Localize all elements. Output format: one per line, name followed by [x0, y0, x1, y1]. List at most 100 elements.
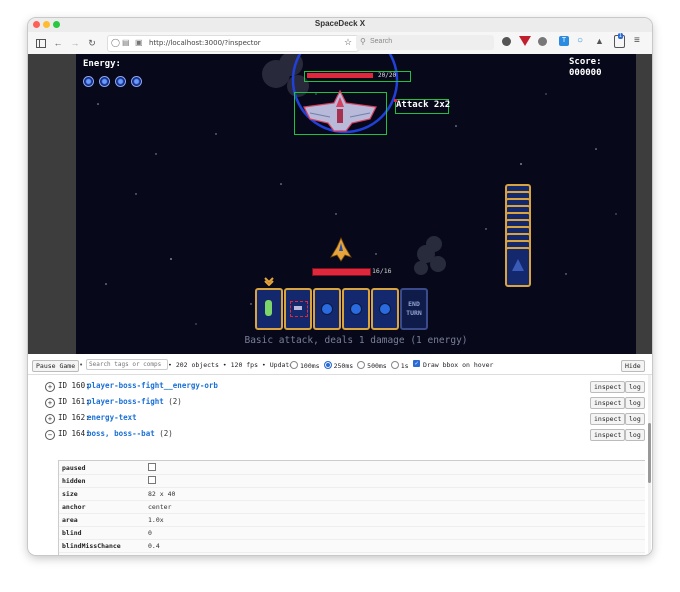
entity-tags: player-boss-fight [87, 397, 164, 406]
separator-dot: • [79, 361, 84, 369]
prop-row-size: size 82 x 40 [59, 487, 645, 501]
inspect-button[interactable]: inspect [590, 397, 626, 409]
collapse-icon[interactable]: − [45, 430, 55, 440]
inspector-scrollbar[interactable] [648, 375, 651, 553]
update-option-250ms[interactable]: 250ms [323, 361, 354, 370]
entity-id: ID 161: [58, 397, 90, 406]
prop-value: 0.4 [148, 542, 160, 550]
end-turn-button[interactable]: END TURN [400, 288, 428, 330]
entity-row[interactable]: + ID 160: player-boss-fight__energy-orb in… [28, 379, 648, 395]
selected-card-chevron-icon [264, 277, 274, 286]
back-arrow-icon[interactable]: ← [51, 36, 65, 50]
scrollbar-thumb[interactable] [648, 423, 651, 483]
expand-icon[interactable]: + [45, 414, 55, 424]
extension-icon-2[interactable] [538, 37, 547, 46]
search-icon: ⚲ [360, 37, 366, 46]
prop-row-anchor: anchor center [59, 500, 645, 514]
prop-key: paused [62, 464, 86, 472]
log-button[interactable]: log [625, 381, 645, 393]
translate-icon[interactable]: T [559, 36, 569, 46]
entity-row[interactable]: + ID 161: player-boss-fight (2) inspect log [28, 395, 648, 411]
boss-bat-sprite[interactable] [300, 89, 380, 133]
update-option-label: 1s [400, 362, 409, 370]
url-text[interactable]: http://localhost:3000/?inspector [149, 39, 261, 47]
inspector-search-input[interactable] [86, 359, 168, 370]
puzzle-extensions-icon[interactable]: ▲ [595, 36, 604, 46]
entity-id: ID 160: [58, 381, 90, 390]
entity-name: player-boss-fight (2) [87, 397, 182, 406]
entity-row[interactable]: + ID 162: energy-text inspect log [28, 411, 648, 427]
log-button[interactable]: log [625, 413, 645, 425]
reload-icon[interactable]: ↻ [85, 36, 99, 50]
entity-id: ID 162: [58, 413, 90, 422]
expand-icon[interactable]: + [45, 398, 55, 408]
end-turn-line2: TURN [406, 309, 422, 317]
game-canvas[interactable]: Energy: Score: 000000 20/20 Attack 2x2 1… [76, 54, 636, 354]
prop-checkbox[interactable] [148, 476, 156, 484]
update-option-500ms[interactable]: 500ms [357, 361, 387, 370]
log-button[interactable]: log [625, 429, 645, 441]
prop-checkbox[interactable] [148, 463, 156, 471]
game-area: Energy: Score: 000000 20/20 Attack 2x2 1… [28, 54, 652, 354]
radio-icon [290, 361, 298, 369]
deck-ship-icon [512, 259, 524, 271]
extension-icon-1[interactable] [502, 37, 511, 46]
card-target[interactable] [284, 288, 312, 330]
inspect-button[interactable]: inspect [590, 381, 626, 393]
log-button[interactable]: log [625, 397, 645, 409]
pause-game-button[interactable]: Pause Game [32, 360, 80, 372]
lens-icon[interactable]: ○ [577, 36, 583, 46]
address-bar[interactable]: ◯ ▤ ▣ http://localhost:3000/?inspector ☆ [107, 35, 359, 52]
inspect-button[interactable]: inspect [590, 413, 626, 425]
forward-arrow-icon[interactable]: → [68, 36, 82, 50]
update-interval-radios: 100ms 250ms 500ms 1s [290, 361, 413, 370]
entity-tags: energy-text [87, 413, 137, 422]
title-bar: SpaceDeck X [28, 18, 652, 32]
score-label: Score: [569, 57, 602, 67]
card-basic-attack[interactable] [255, 288, 283, 330]
prop-key: blind [62, 529, 82, 537]
player-hp-bar [312, 268, 371, 276]
connection-icon[interactable]: ▤ [122, 38, 130, 47]
card-orb-2[interactable] [342, 288, 370, 330]
card-orb-3[interactable] [371, 288, 399, 330]
update-option-1s[interactable]: 1s [390, 361, 409, 370]
inspector-toolbar: Pause Game • • 202 objects • 120 fps • U… [28, 355, 652, 375]
blue-orb-icon [379, 303, 391, 315]
boss-hp-fill [307, 73, 373, 78]
shield-icon[interactable]: ◯ [111, 38, 120, 47]
energy-orb-icon [131, 76, 142, 87]
draw-bbox-checkbox[interactable]: ✓ [413, 360, 420, 367]
prop-key: anchor [62, 503, 86, 511]
prop-key: hidden [62, 477, 86, 485]
ublock-icon[interactable] [519, 36, 531, 46]
menu-icon[interactable]: ≡ [634, 35, 640, 47]
page-icon: ▣ [135, 38, 143, 47]
search-placeholder: Search [370, 38, 393, 45]
prop-key: size [62, 490, 78, 498]
score-value: 000000 [569, 68, 602, 78]
green-crystal-icon [265, 300, 272, 316]
container-icon[interactable]: 1 [614, 33, 625, 48]
energy-orb-icon [115, 76, 126, 87]
radio-icon [323, 361, 332, 369]
player-hp-fill [313, 269, 370, 275]
entity-name: player-boss-fight__energy-orb [87, 381, 218, 390]
inspect-button[interactable]: inspect [590, 429, 626, 441]
entity-row[interactable]: − ID 164: boss, boss--bat (2) inspect log [28, 427, 648, 443]
update-option-label: 250ms [333, 362, 354, 370]
update-option-100ms[interactable]: 100ms [290, 361, 320, 370]
card-tooltip: Basic attack, deals 1 damage (1 energy) [244, 335, 468, 346]
search-bar[interactable]: ⚲ Search [356, 35, 494, 50]
sidebar-icon[interactable] [34, 36, 48, 50]
expand-icon[interactable]: + [45, 382, 55, 392]
draw-bbox-label: Draw bbox on hover [423, 361, 494, 369]
hide-inspector-button[interactable]: Hide [621, 360, 645, 372]
entity-props-table: paused hidden size 82 x 40 anchor center area 1… [58, 460, 645, 555]
bookmark-star-icon[interactable]: ☆ [344, 37, 352, 48]
radio-icon [357, 361, 366, 369]
inspector-stats: • 202 objects • 120 fps • Update: [168, 361, 298, 369]
player-ship-sprite[interactable] [329, 237, 353, 263]
card-orb-1[interactable] [313, 288, 341, 330]
browser-toolbar: ← → ↻ ◯ ▤ ▣ http://localhost:3000/?inspe… [28, 32, 652, 55]
